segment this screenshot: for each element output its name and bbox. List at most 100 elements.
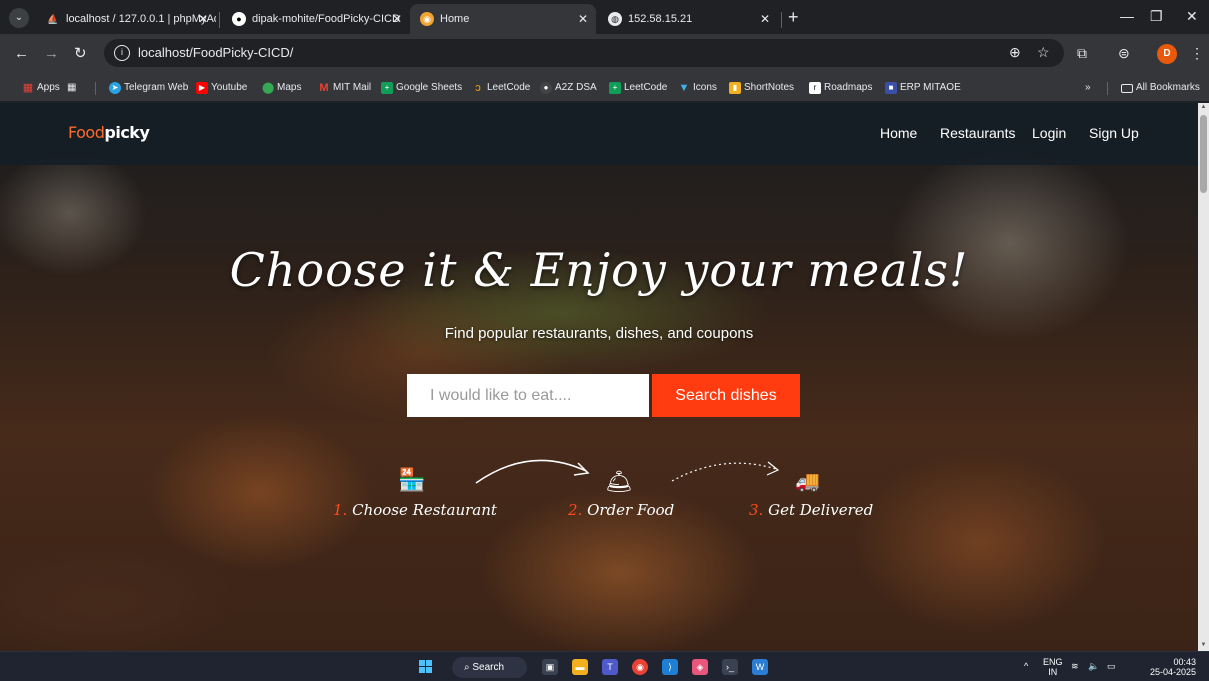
step-number: 1. <box>333 501 348 519</box>
back-icon[interactable]: ← <box>14 44 29 64</box>
forward-icon[interactable]: → <box>44 44 59 64</box>
tab-ip[interactable]: ◍ 152.58.15.21 ✕ <box>598 4 778 34</box>
bookmark-label: ShortNotes <box>744 82 795 93</box>
volume-icon[interactable]: 🔈 <box>1088 661 1099 671</box>
search-dishes-button[interactable]: Search dishes <box>652 374 800 417</box>
taskbar-search[interactable]: ⌕ Search <box>452 657 527 678</box>
site-logo[interactable]: Foodpicky <box>68 123 150 142</box>
step-get-delivered: 3. Get Delivered <box>749 501 873 519</box>
new-tab-button[interactable]: + <box>788 8 799 26</box>
reload-icon[interactable]: ↻ <box>74 44 87 64</box>
close-icon[interactable]: ✕ <box>392 4 402 34</box>
scroll-up-arrow-icon[interactable]: ▲ <box>1200 104 1207 110</box>
globe-icon: ◍ <box>608 12 622 26</box>
tray-overflow-icon[interactable]: ^ <box>1024 661 1028 671</box>
zoom-icon[interactable]: ⊕ <box>1009 44 1021 61</box>
scroll-down-arrow-icon[interactable]: ▼ <box>1200 642 1207 648</box>
bookmark-maps[interactable]: ⬤ Maps <box>262 74 301 102</box>
tab-home[interactable]: ◉ Home ✕ <box>410 4 596 34</box>
step-choose-restaurant: 1. Choose Restaurant <box>333 501 497 519</box>
file-explorer-icon[interactable]: ▬ <box>572 659 588 675</box>
bookmarks-divider <box>1107 82 1108 95</box>
curved-arrow-icon <box>475 459 590 484</box>
bookmark-a2z-dsa[interactable]: ● A2Z DSA <box>540 74 597 102</box>
bookmark-label: Maps <box>277 82 302 93</box>
step-number: 3. <box>749 501 764 519</box>
address-bar[interactable]: i localhost/FoodPicky-CICD/ ⊕ ☆ <box>104 39 1064 67</box>
bookmark-shortnotes[interactable]: ▮ ShortNotes <box>729 74 794 102</box>
teams-icon[interactable]: T <box>602 659 618 675</box>
bookmark-youtube[interactable]: ▶ Youtube <box>196 74 247 102</box>
bookmark-label: MIT Mail <box>333 82 372 93</box>
profile-avatar[interactable]: D <box>1157 44 1177 64</box>
tab-title: Home <box>440 13 470 25</box>
delivery-truck-icon: 🚚 <box>795 471 820 493</box>
nav-restaurants[interactable]: Restaurants <box>940 125 1015 141</box>
scrollbar-thumb[interactable] <box>1200 115 1207 193</box>
site-info-icon[interactable]: i <box>114 45 130 61</box>
close-icon[interactable]: ✕ <box>198 4 208 34</box>
minimize-icon[interactable]: — <box>1120 8 1134 24</box>
bookmark-roadmaps[interactable]: r Roadmaps <box>809 74 872 102</box>
close-icon[interactable]: ✕ <box>578 4 588 34</box>
bookmark-apps[interactable]: ▦ Apps <box>22 74 60 102</box>
windows-start-icon[interactable] <box>419 660 433 674</box>
dish-search-input[interactable] <box>407 374 649 417</box>
leetcode-icon: ↄ <box>475 82 481 94</box>
tab-search-icon[interactable]: ⌄ <box>9 8 29 28</box>
bookmark-icons[interactable]: ▼ Icons <box>678 74 717 102</box>
bookmark-label: Google Sheets <box>396 82 463 93</box>
restore-icon[interactable]: ❐ <box>1150 8 1163 25</box>
nav-sign-up[interactable]: Sign Up <box>1089 125 1139 141</box>
step-label: Choose Restaurant <box>352 501 497 519</box>
nav-login[interactable]: Login <box>1032 125 1066 141</box>
tab-phpmyadmin[interactable]: ⛵ localhost / 127.0.0.1 | phpMyAd ✕ <box>36 4 216 34</box>
bookmark-telegram[interactable]: ➤ Telegram Web <box>109 74 188 102</box>
chrome-icon[interactable]: ◉ <box>632 659 648 675</box>
task-view-icon[interactable]: ▣ <box>542 659 558 675</box>
close-icon[interactable]: ✕ <box>760 4 770 34</box>
tab-groups-icon[interactable]: ▦ <box>67 74 76 102</box>
extensions-icon[interactable]: ⧉ <box>1077 45 1087 62</box>
tab-github[interactable]: ● dipak-mohite/FoodPicky-CICD ✕ <box>222 4 410 34</box>
url-text[interactable]: localhost/FoodPicky-CICD/ <box>138 39 293 67</box>
browser-tab-strip: ⌄ ⛵ localhost / 127.0.0.1 | phpMyAd ✕ ● … <box>0 0 1209 34</box>
erp-icon: ■ <box>885 82 897 94</box>
menu-kebab-icon[interactable]: ⋮ <box>1190 45 1204 62</box>
notes-icon: ▮ <box>729 82 741 94</box>
bookmark-label: LeetCode <box>487 82 531 93</box>
telegram-icon: ➤ <box>109 82 121 94</box>
battery-icon[interactable]: ▭ <box>1107 661 1116 671</box>
vscode-icon[interactable]: ⟩ <box>662 659 678 675</box>
bookmark-label: Youtube <box>211 82 248 93</box>
tab-divider <box>781 12 782 28</box>
step-label: Order Food <box>587 501 675 519</box>
word-icon[interactable]: W <box>752 659 768 675</box>
page-scrollbar[interactable]: ▲ ▼ <box>1198 103 1209 651</box>
postman-icon[interactable]: ◈ <box>692 659 708 675</box>
nav-home[interactable]: Home <box>880 125 917 141</box>
taskbar-search-label: Search <box>472 662 505 673</box>
bookmark-leetcode-sheet[interactable]: + LeetCode <box>609 74 667 102</box>
wifi-icon[interactable]: ≋ <box>1071 661 1079 671</box>
bookmark-label: Apps <box>37 82 60 93</box>
bookmark-erp[interactable]: ■ ERP MITAOE <box>885 74 961 102</box>
page-viewport: Foodpicky Home Restaurants Login Sign Up… <box>0 103 1198 651</box>
all-bookmarks-folder[interactable]: All Bookmarks <box>1121 74 1200 102</box>
more-bookmarks-button[interactable]: » <box>1085 74 1091 102</box>
step-order-food: 2. Order Food <box>568 501 674 519</box>
downloads-icon[interactable]: ⊜ <box>1118 45 1130 62</box>
language-code: ENG <box>1043 657 1063 667</box>
hero-subline: Find popular restaurants, dishes, and co… <box>444 325 754 342</box>
bookmark-mit-mail[interactable]: M MIT Mail <box>318 74 371 102</box>
cloche-icon: 🛎 <box>605 469 633 494</box>
terminal-icon[interactable]: ›_ <box>722 659 738 675</box>
bookmark-star-icon[interactable]: ☆ <box>1037 44 1050 61</box>
screen: ⌄ ⛵ localhost / 127.0.0.1 | phpMyAd ✕ ● … <box>0 0 1209 681</box>
language-indicator[interactable]: ENG IN <box>1043 657 1063 677</box>
window-close-icon[interactable]: ✕ <box>1186 8 1198 25</box>
bookmark-leetcode[interactable]: ↄ LeetCode <box>472 74 530 102</box>
logo-text-food: Food <box>68 123 105 142</box>
bookmark-google-sheets[interactable]: + Google Sheets <box>381 74 462 102</box>
clock[interactable]: 00:43 25-04-2025 <box>1140 657 1196 677</box>
